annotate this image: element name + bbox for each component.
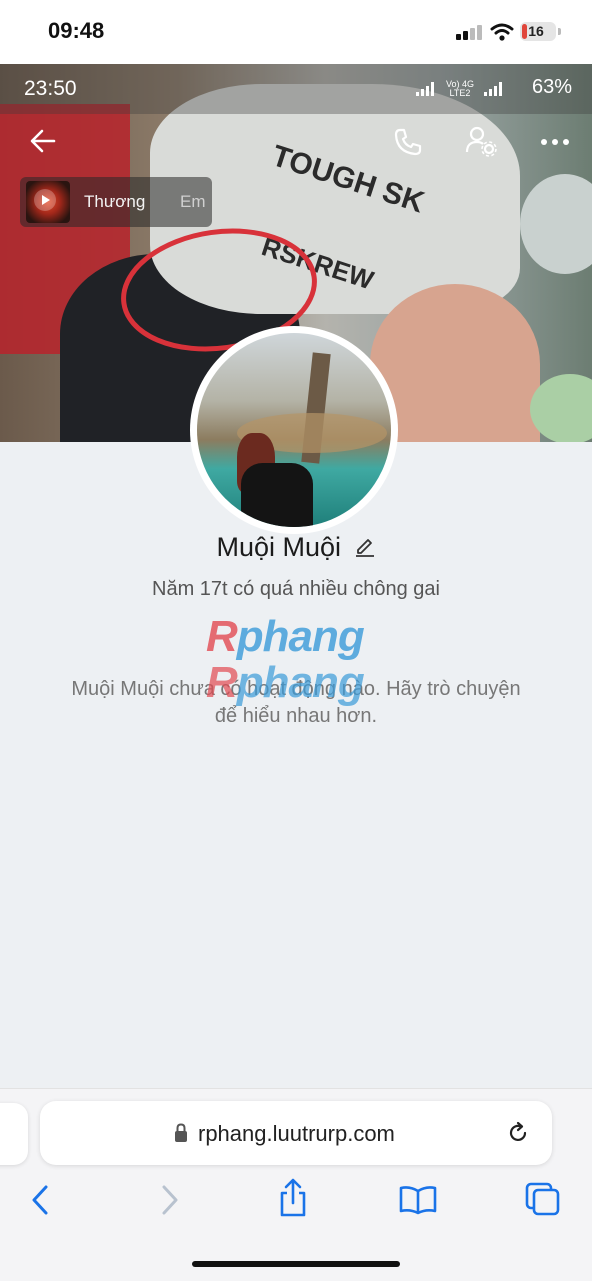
profile-music-chip[interactable]: Thương Em	[20, 177, 212, 227]
user-settings-icon[interactable]	[464, 124, 498, 158]
inner-status-bar: 23:50 Vo) 4G LTE2 63%	[0, 64, 592, 114]
edit-icon[interactable]	[354, 536, 376, 558]
watermark-rest-2: phang	[236, 658, 365, 707]
inner-signal-icon	[416, 82, 434, 96]
watermark-logo: Rphang	[206, 612, 365, 662]
watermark-logo-2: Rphang	[206, 658, 365, 708]
bookmarks-icon[interactable]	[398, 1185, 438, 1215]
inner-signal-icon-2	[484, 82, 502, 96]
avatar[interactable]	[190, 326, 398, 534]
profile-bio: Năm 17t có quá nhiều chông gai	[152, 578, 440, 600]
profile-page: TOUGH SK RSKREW 23:50 Vo) 4G LTE2 63% Th…	[0, 64, 592, 1088]
tabs-icon[interactable]	[524, 1181, 562, 1217]
back-arrow-icon[interactable]	[28, 126, 58, 156]
net-lte: LTE2	[449, 88, 471, 98]
network-indicator: Vo) 4G LTE2	[446, 80, 474, 98]
music-title: Thương	[84, 192, 146, 211]
watermark-first-letter: R	[206, 612, 238, 661]
reload-icon[interactable]	[506, 1121, 530, 1145]
watermark-first-letter-2: R	[206, 658, 238, 707]
url-text: rphang.luutrurp.com	[198, 1121, 395, 1146]
inner-time: 23:50	[24, 77, 77, 100]
safari-toolbar	[0, 1177, 592, 1227]
cellular-signal-icon	[456, 24, 482, 40]
avatar-photo	[197, 333, 391, 527]
battery-level: 16	[528, 23, 544, 39]
play-icon[interactable]	[34, 189, 56, 211]
profile-name-row: Muội Muội	[0, 532, 592, 563]
home-indicator	[192, 1261, 400, 1267]
previous-tab-card[interactable]	[0, 1103, 28, 1165]
safari-bottom-bar: rphang.luutrurp.com	[0, 1088, 592, 1281]
address-bar[interactable]: rphang.luutrurp.com	[40, 1101, 552, 1165]
ios-status-bar: 09:48 16	[0, 0, 592, 64]
watermark-rest: phang	[236, 612, 365, 661]
battery-icon: 16	[520, 22, 561, 41]
chevron-left-icon[interactable]	[28, 1183, 54, 1217]
inner-battery: 63%	[531, 76, 572, 98]
lock-icon	[175, 1123, 187, 1142]
wifi-icon	[490, 23, 514, 41]
music-title-next: Em	[180, 192, 206, 211]
ios-time: 09:48	[48, 18, 105, 43]
more-icon[interactable]	[540, 136, 570, 148]
phone-icon[interactable]	[392, 126, 424, 158]
chevron-right-icon[interactable]	[156, 1183, 182, 1217]
profile-name: Muội Muội	[216, 532, 342, 562]
share-icon[interactable]	[278, 1177, 308, 1219]
